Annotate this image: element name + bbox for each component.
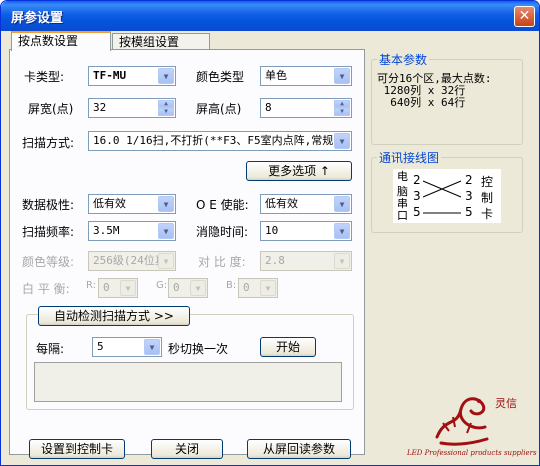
start-button[interactable]: 开始 [260, 337, 316, 357]
chevron-down-icon[interactable]: ▼ [334, 133, 350, 149]
more-options-button[interactable]: 更多选项 ↑ [246, 161, 352, 181]
chevron-down-icon: ▼ [158, 253, 174, 269]
blue-balance-select: 0 ▼ [238, 278, 278, 298]
red-balance-select: 0 ▼ [98, 278, 138, 298]
gray-level-select: 256级(24位真 ▼ [88, 251, 176, 271]
auto-detect-scan-button[interactable]: 自动检测扫描方式 >> [38, 306, 190, 326]
card-type-select[interactable]: TF-MU ▼ [88, 66, 176, 86]
chevron-down-icon[interactable]: ▼ [158, 196, 174, 212]
read-back-button[interactable]: 从屏回读参数 [247, 439, 351, 459]
width-stepper[interactable]: ▲ ▼ [158, 100, 174, 116]
contrast-label: 对 比 度: [198, 255, 246, 269]
width-label: 屏宽(点) [28, 102, 74, 116]
title-bar[interactable]: 屏参设置 ✕ [1, 1, 539, 31]
gray-level-label: 颜色等级: [22, 255, 75, 269]
interval-value: 5 [97, 340, 104, 353]
b-label: B: [226, 280, 237, 291]
scan-mode-label: 扫描方式: [22, 136, 75, 150]
width-value: 32 [93, 101, 107, 114]
tab-panel: 卡类型: TF-MU ▼ 颜色类型 单色 ▼ 屏宽(点) 32 ▲ ▼ 屏高(点)… [9, 49, 365, 455]
up-arrow-icon[interactable]: ▲ [158, 100, 174, 108]
detect-output-area [34, 362, 342, 402]
height-input[interactable]: 8 ▲ ▼ [260, 98, 352, 118]
logo-chinese: 灵信 [495, 397, 517, 410]
interval-label: 每隔: [36, 342, 65, 356]
card-type-value: TF-MU [93, 69, 127, 82]
card-type-label: 卡类型: [24, 70, 65, 84]
chevron-down-icon: ▼ [260, 280, 276, 296]
oe-enable-select[interactable]: 低有效 ▼ [260, 194, 352, 214]
window-title: 屏参设置 [11, 11, 64, 26]
close-button[interactable]: 关闭 [151, 439, 223, 459]
scan-frequency-label: 扫描频率: [22, 225, 75, 239]
close-window-button[interactable]: ✕ [514, 6, 535, 27]
chevron-down-icon[interactable]: ▼ [334, 223, 350, 239]
basic-params-title: 基本参数 [377, 51, 430, 68]
scan-frequency-value: 3.5M [93, 224, 120, 237]
chevron-down-icon[interactable]: ▼ [158, 223, 174, 239]
chevron-down-icon: ▼ [334, 253, 350, 269]
white-balance-label: 白 平 衡: [22, 282, 70, 296]
contrast-value: 2.8 [265, 254, 285, 267]
down-arrow-icon[interactable]: ▼ [158, 108, 174, 116]
red-balance-value: 0 [103, 281, 110, 294]
data-polarity-select[interactable]: 低有效 ▼ [88, 194, 176, 214]
wiring-title: 通讯接线图 [377, 149, 442, 166]
color-type-select[interactable]: 单色 ▼ [260, 66, 352, 86]
width-input[interactable]: 32 ▲ ▼ [88, 98, 176, 118]
logo-tagline: LED Professional products suppliers [407, 449, 537, 457]
blue-balance-value: 0 [243, 281, 250, 294]
contrast-select: 2.8 ▼ [260, 251, 352, 271]
basic-params-line-3: 640列 x 64行 [377, 96, 466, 109]
r-label: R: [86, 280, 97, 291]
up-arrow-icon[interactable]: ▲ [334, 100, 350, 108]
oe-enable-value: 低有效 [265, 197, 298, 210]
chevron-down-icon[interactable]: ▼ [158, 68, 174, 84]
color-type-value: 单色 [265, 69, 287, 82]
blank-time-value: 10 [265, 224, 279, 237]
oe-enable-label: O E 使能: [196, 198, 249, 212]
card-label-1: 控 [481, 175, 494, 189]
brand-logo: 灵信 LED Professional products suppliers [407, 387, 539, 463]
green-balance-select: 0 ▼ [168, 278, 208, 298]
wiring-diagram: 电 脑 串 口 2 3 5 2 3 5 控 制 卡 [393, 169, 501, 223]
interval-select[interactable]: 5 ▼ [92, 337, 162, 357]
card-label-2: 制 [481, 191, 494, 205]
height-value: 8 [265, 101, 272, 114]
height-label: 屏高(点) [196, 102, 242, 116]
save-to-card-button[interactable]: 设置到控制卡 [29, 439, 125, 459]
dragon-icon [435, 397, 489, 446]
chevron-down-icon: ▼ [190, 280, 206, 296]
blank-time-select[interactable]: 10 ▼ [260, 221, 352, 241]
data-polarity-value: 低有效 [93, 197, 126, 210]
down-arrow-icon[interactable]: ▼ [334, 108, 350, 116]
scan-mode-value: 16.0 1/16扫,不打折(**F3、F5室内点阵,常规 [93, 134, 334, 147]
data-polarity-label: 数据极性: [22, 198, 75, 212]
scan-mode-select[interactable]: 16.0 1/16扫,不打折(**F3、F5室内点阵,常规 ▼ [88, 131, 352, 151]
seconds-label: 秒切换一次 [168, 342, 229, 356]
color-type-label: 颜色类型 [196, 70, 245, 84]
card-label-3: 卡 [481, 207, 494, 221]
tab-point-settings[interactable]: 按点数设置 [11, 31, 111, 51]
g-label: G: [156, 280, 168, 291]
green-balance-value: 0 [173, 281, 180, 294]
chevron-down-icon[interactable]: ▼ [334, 68, 350, 84]
chevron-down-icon[interactable]: ▼ [334, 196, 350, 212]
scan-frequency-select[interactable]: 3.5M ▼ [88, 221, 176, 241]
gray-level-value: 256级(24位真 [93, 254, 166, 267]
settings-window: 屏参设置 ✕ 按点数设置 按模组设置 卡类型: TF-MU ▼ 颜色类型 单色 … [0, 0, 540, 466]
chevron-down-icon[interactable]: ▼ [144, 339, 160, 355]
blank-time-label: 消隐时间: [196, 225, 249, 239]
chevron-down-icon: ▼ [120, 280, 136, 296]
height-stepper[interactable]: ▲ ▼ [334, 100, 350, 116]
